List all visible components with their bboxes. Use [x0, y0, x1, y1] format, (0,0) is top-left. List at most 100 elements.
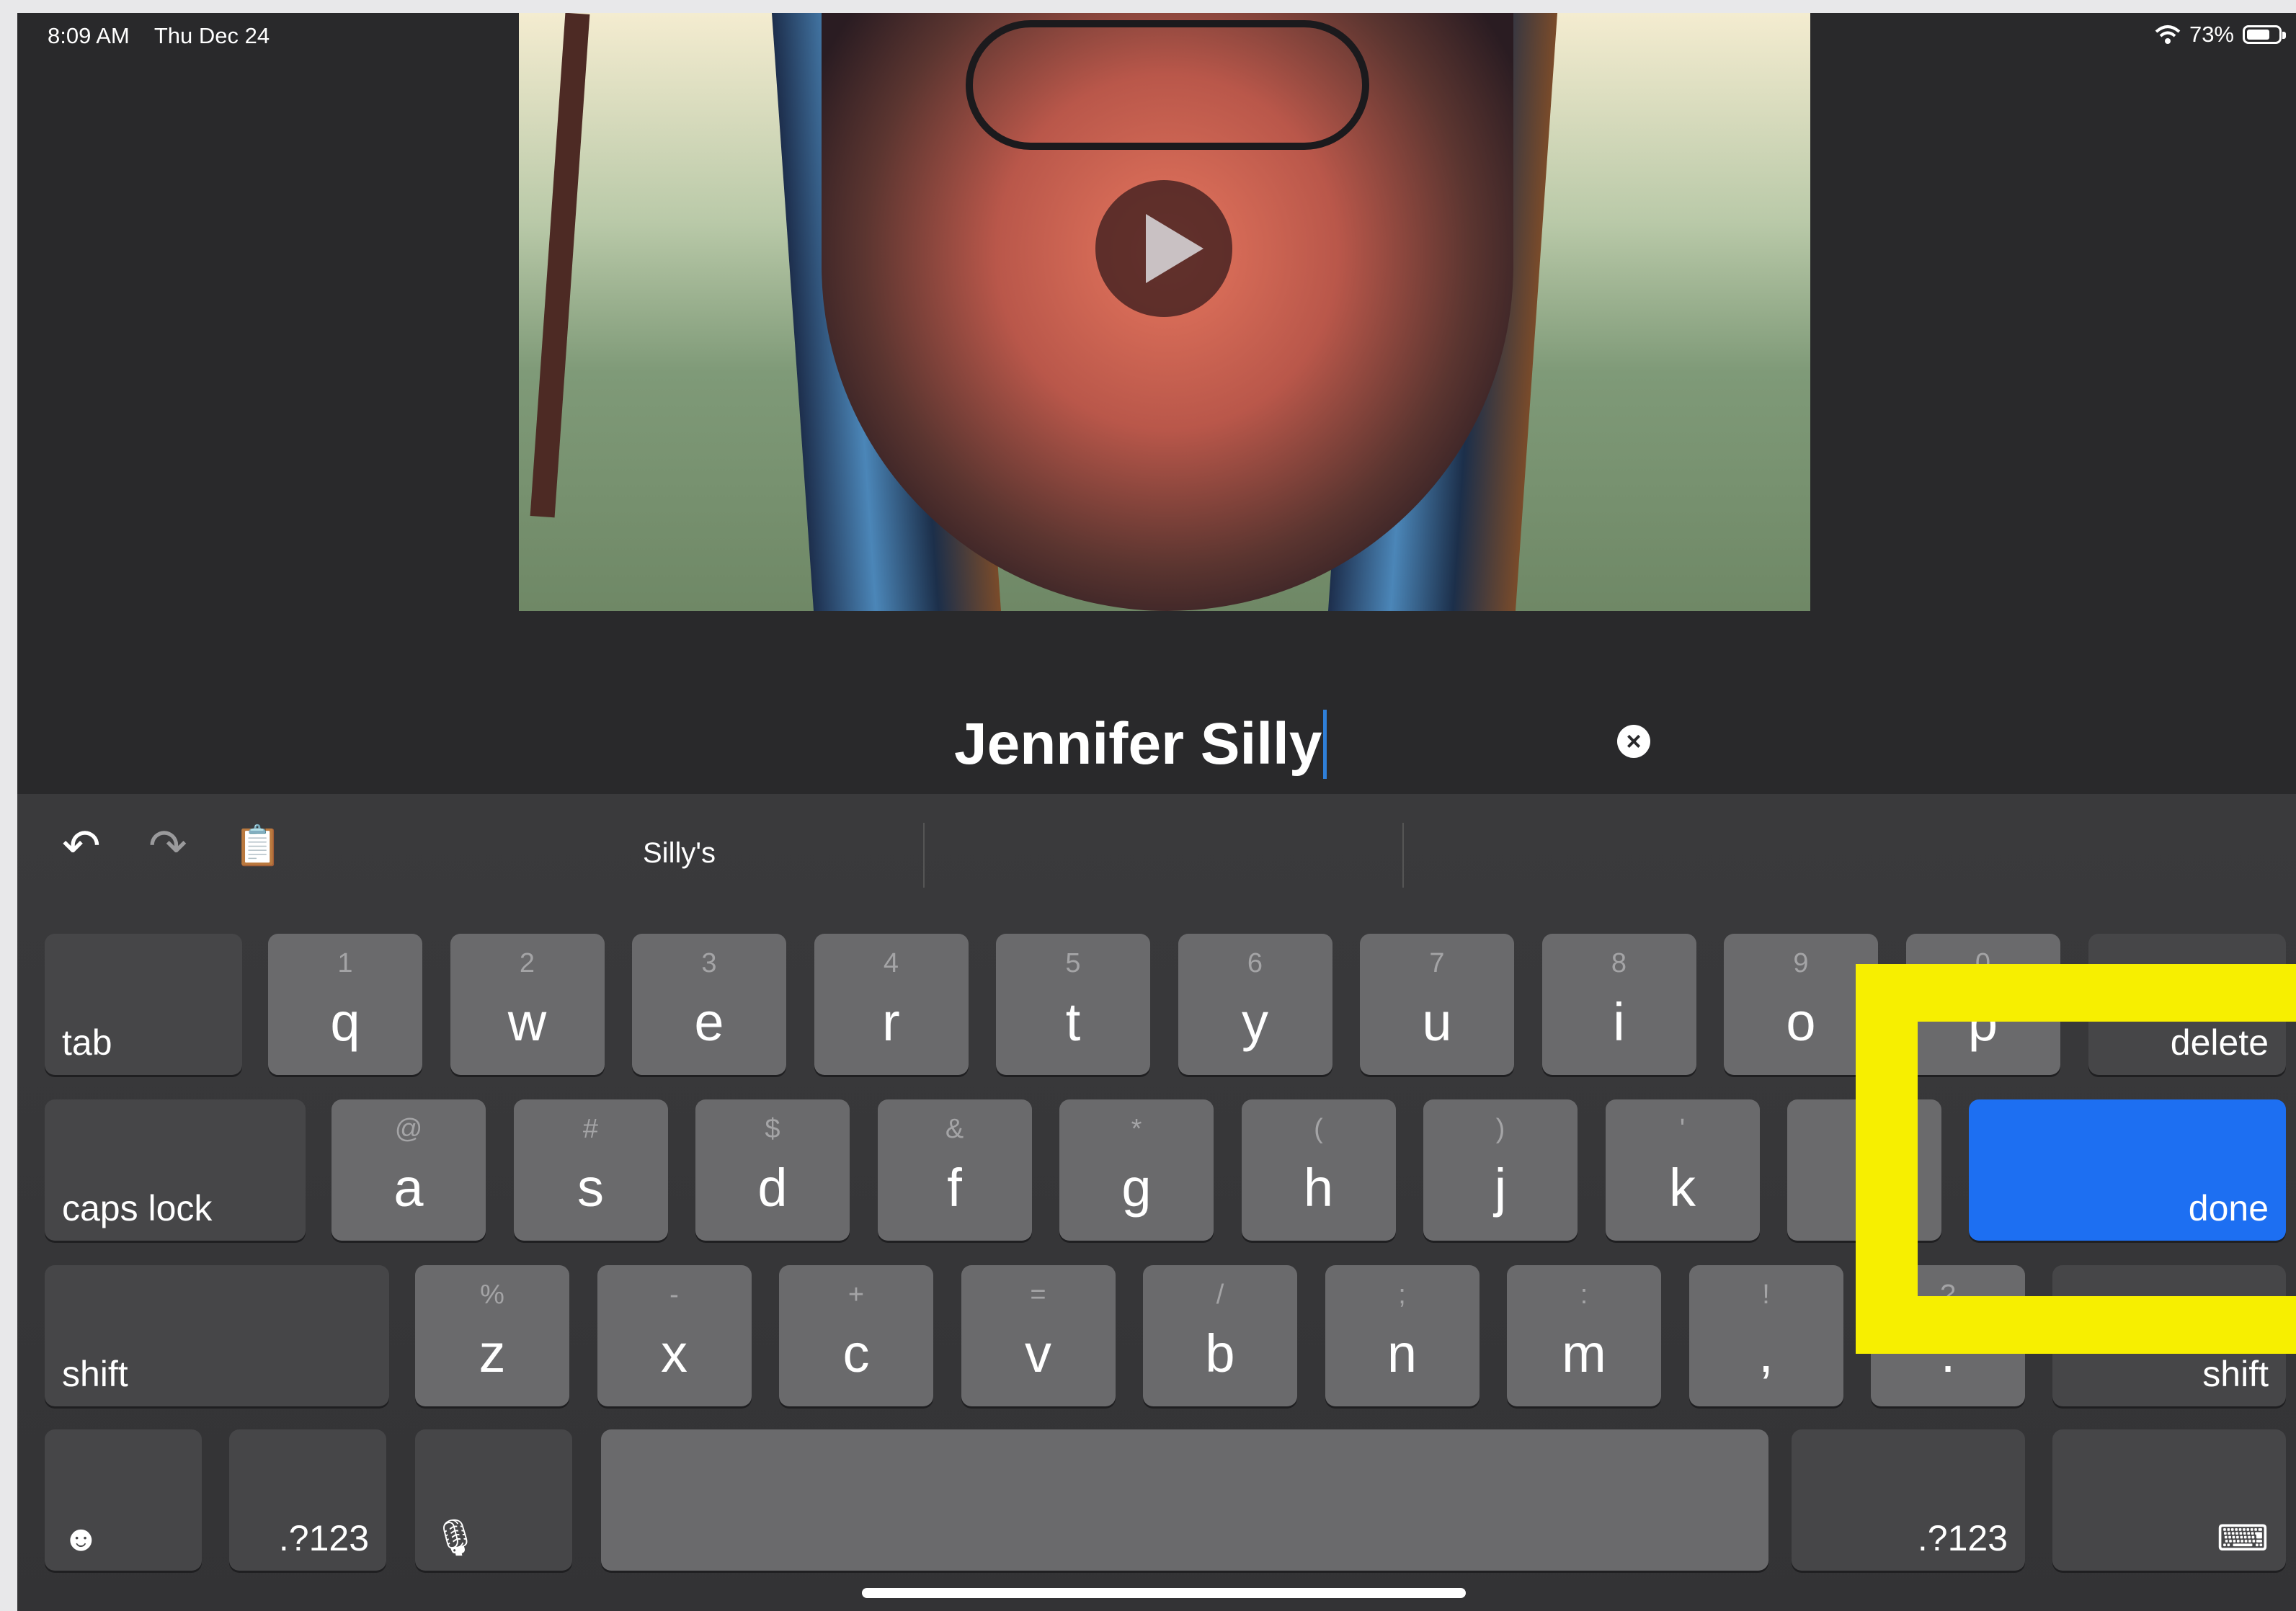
- key-alt-label: :: [1580, 1280, 1588, 1310]
- title-input[interactable]: Jennifer Silly: [954, 708, 1327, 780]
- key-label: w: [507, 992, 547, 1052]
- title-input-value: Jennifer Silly: [954, 711, 1322, 777]
- key-m[interactable]: :m: [1507, 1265, 1661, 1406]
- key-e[interactable]: 3e: [632, 934, 786, 1075]
- key-label: r: [882, 992, 900, 1052]
- microphone-icon[interactable]: 🎙: [415, 1429, 572, 1571]
- key-a[interactable]: @ a: [332, 1099, 486, 1241]
- keyboard-shortcut-bar: ↶ ↷ 📋 Silly's: [17, 794, 2296, 902]
- key-t[interactable]: 5t: [996, 934, 1150, 1075]
- video-thumbnail[interactable]: [519, 13, 1810, 611]
- key-label: tab: [62, 1022, 112, 1063]
- key-v[interactable]: = v: [961, 1265, 1116, 1406]
- key-alt-label: 1: [337, 948, 353, 978]
- key-r[interactable]: 4r: [814, 934, 969, 1075]
- key-alt-label: 3: [701, 948, 717, 978]
- thumbnail-detail: [966, 20, 1369, 150]
- home-indicator[interactable]: [862, 1588, 1466, 1598]
- key-alt-label: !: [1762, 1280, 1770, 1310]
- key-label: x: [661, 1324, 688, 1383]
- key-alt-label: ': [1679, 1114, 1686, 1144]
- annotation-highlight-box: [1856, 964, 2296, 1354]
- key-alt-label: (: [1314, 1114, 1323, 1144]
- key-h[interactable]: (h: [1241, 1099, 1396, 1241]
- key-b[interactable]: / b: [1143, 1265, 1297, 1406]
- key-label: s: [577, 1158, 604, 1218]
- key-z[interactable]: % z: [415, 1265, 569, 1406]
- key-label: o: [1786, 992, 1816, 1052]
- key-label: caps lock: [62, 1188, 213, 1228]
- key-w[interactable]: 2w: [450, 934, 605, 1075]
- keyboard-dismiss-icon-label: ⌨: [2216, 1518, 2269, 1558]
- key-space[interactable]: [601, 1429, 1768, 1571]
- play-icon[interactable]: [1095, 180, 1232, 317]
- key-label: c: [842, 1324, 870, 1383]
- key-alt-label: =: [1030, 1280, 1046, 1310]
- key-alt-label: 5: [1065, 948, 1081, 978]
- key-label: v: [1025, 1324, 1051, 1383]
- emoji-icon[interactable]: ☻: [45, 1429, 202, 1571]
- key-alt-label: ;: [1398, 1280, 1406, 1310]
- key-c[interactable]: + c: [779, 1265, 933, 1406]
- redo-icon[interactable]: ↷: [148, 823, 187, 869]
- key-label: j: [1494, 1158, 1507, 1218]
- key-label: d: [757, 1158, 788, 1218]
- key-y[interactable]: 6y: [1178, 934, 1332, 1075]
- key-label: q: [330, 992, 360, 1052]
- key-f[interactable]: & f: [877, 1099, 1032, 1241]
- key-q[interactable]: 1q: [268, 934, 422, 1075]
- key-label: u: [1422, 992, 1452, 1052]
- key-alt-label: -: [669, 1280, 679, 1310]
- clipboard-icon[interactable]: 📋: [233, 823, 282, 869]
- key-label: shift: [62, 1354, 128, 1394]
- key-alt-label: %: [480, 1280, 504, 1310]
- thumbnail-detail: [530, 13, 590, 518]
- key-numbers-right-label: .?123: [1917, 1518, 2008, 1558]
- key-label: b: [1205, 1324, 1235, 1383]
- key-caps[interactable]: caps lock: [45, 1099, 306, 1241]
- key-label: z: [479, 1324, 506, 1383]
- key-s[interactable]: # s: [513, 1099, 668, 1241]
- status-bar-left: 8:09 AM Thu Dec 24: [48, 23, 288, 49]
- key-label: f: [947, 1158, 962, 1218]
- keyboard-dismiss-icon[interactable]: ⌨: [2052, 1429, 2286, 1571]
- key-label: e: [694, 992, 724, 1052]
- key-label: n: [1387, 1324, 1418, 1383]
- key-tab[interactable]: tab: [45, 934, 242, 1075]
- key-alt-label: 2: [519, 948, 535, 978]
- key-alt-label: 4: [883, 948, 899, 978]
- key-label: i: [1613, 992, 1625, 1052]
- key-alt-label: $: [765, 1114, 780, 1144]
- key-label: a: [393, 1158, 424, 1218]
- key-alt-label: &: [945, 1114, 964, 1144]
- key-alt-label: @: [394, 1114, 423, 1144]
- key-n[interactable]: ; n: [1325, 1265, 1480, 1406]
- key-x[interactable]: -x: [597, 1265, 752, 1406]
- undo-icon[interactable]: ↶: [62, 823, 101, 869]
- key-shift-left[interactable]: shift: [45, 1265, 389, 1406]
- key-alt-label: 6: [1247, 948, 1263, 978]
- suggestion-1[interactable]: Silly's: [643, 837, 716, 870]
- key-numbers-left[interactable]: .?123: [229, 1429, 386, 1571]
- text-caret: [1323, 710, 1327, 779]
- status-bar-right: 73%: [2155, 22, 2286, 48]
- key-numbers-right[interactable]: .?123: [1792, 1429, 2025, 1571]
- key-alt-label: ): [1495, 1114, 1505, 1144]
- key-o[interactable]: 9o: [1724, 934, 1878, 1075]
- close-circle-icon[interactable]: ×: [1617, 725, 1650, 758]
- key-g[interactable]: * g: [1059, 1099, 1214, 1241]
- battery-percent: 73%: [2189, 22, 2234, 47]
- key-comma[interactable]: !,: [1688, 1265, 1843, 1406]
- key-k[interactable]: ' k: [1605, 1099, 1760, 1241]
- wifi-icon: [2155, 25, 2181, 44]
- status-date: Thu Dec 24: [153, 23, 270, 48]
- key-alt-label: 8: [1611, 948, 1627, 978]
- key-u[interactable]: 7u: [1360, 934, 1514, 1075]
- key-i[interactable]: 8i: [1541, 934, 1696, 1075]
- key-alt-label: /: [1216, 1280, 1224, 1310]
- key-label: g: [1121, 1158, 1152, 1218]
- key-d[interactable]: $ d: [695, 1099, 850, 1241]
- key-label: h: [1303, 1158, 1334, 1218]
- suggestion-divider: [1402, 823, 1404, 888]
- key-j[interactable]: ) j: [1423, 1099, 1578, 1241]
